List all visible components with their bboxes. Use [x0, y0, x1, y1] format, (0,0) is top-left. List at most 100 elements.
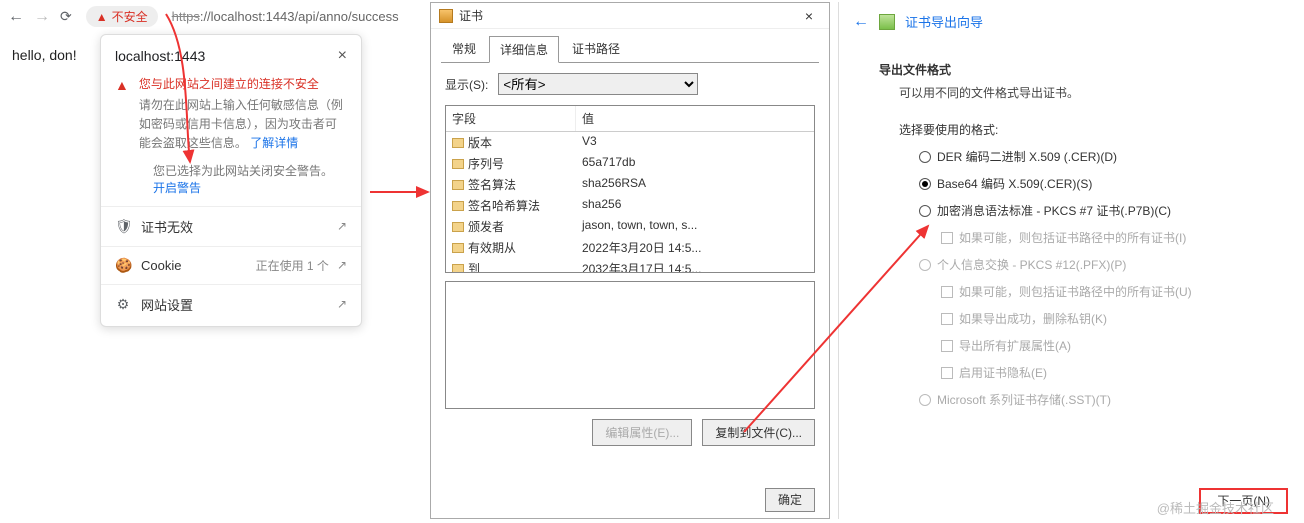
- format-checkbox: 如果可能，则包括证书路径中的所有证书(U): [941, 283, 1262, 300]
- browser-navbar: ← → ⟳ ▲ 不安全 https://localhost:1443/api/a…: [0, 0, 420, 33]
- insecure-label: 不安全: [112, 8, 148, 25]
- option-label: 如果导出成功，删除私钥(K): [959, 310, 1107, 327]
- fields-grid[interactable]: 字段 值 版本 V3 序列号 65a717db 签名算法 sha256RSA签名哈希算法s…: [445, 105, 815, 273]
- option-label: Base64 编码 X.509(.CER)(S): [937, 175, 1092, 192]
- field-row[interactable]: 序列号 65a717db: [446, 153, 814, 174]
- url-path: ://localhost:1443/api/anno/success: [200, 9, 399, 24]
- tab-0[interactable]: 常规: [441, 35, 487, 62]
- warning-body: 请勿在此网站上输入任何敏感信息（例如密码或信用卡信息），因为攻击者可能会盗取这些…: [139, 96, 347, 154]
- field-icon: [452, 222, 464, 232]
- ok-button[interactable]: 确定: [765, 488, 815, 512]
- option-label: 加密消息语法标准 - PKCS #7 证书(.P7B)(C): [937, 202, 1171, 219]
- field-name: 签名算法: [468, 176, 516, 193]
- warning-triangle-icon: ▲: [115, 77, 129, 154]
- field-row[interactable]: 有效期从 2022年3月20日 14:5...: [446, 237, 814, 258]
- field-row[interactable]: 签名哈希算法sha256: [446, 195, 814, 216]
- checkbox-icon: [941, 232, 953, 244]
- format-radio: Microsoft 系列证书存储(.SST)(T): [919, 391, 1262, 408]
- value-textbox[interactable]: [445, 281, 815, 409]
- item-label: 证书无效: [141, 217, 193, 236]
- url-scheme: https: [172, 9, 200, 24]
- field-value: 2032年3月17日 14:5...: [576, 258, 814, 273]
- reload-icon[interactable]: ⟳: [60, 8, 72, 25]
- format-prompt: 选择要使用的格式:: [899, 121, 1262, 138]
- radio-icon: [919, 178, 931, 190]
- show-select[interactable]: <所有>: [498, 73, 698, 95]
- tab-2[interactable]: 证书路径: [561, 35, 631, 62]
- copy-to-file-button[interactable]: 复制到文件(C)...: [702, 419, 815, 446]
- item-icon: ⚙: [115, 296, 131, 313]
- item-sub: 正在使用 1 个: [256, 257, 329, 274]
- close-icon[interactable]: ×: [797, 8, 821, 24]
- format-radio[interactable]: 加密消息语法标准 - PKCS #7 证书(.P7B)(C): [919, 202, 1262, 219]
- enable-warning-link[interactable]: 开启警告: [153, 181, 201, 195]
- field-row[interactable]: 到 2032年3月17日 14:5...: [446, 258, 814, 273]
- col-field: 字段: [446, 106, 576, 131]
- watermark: @稀土掘金技术社区: [1157, 498, 1274, 517]
- radio-icon: [919, 394, 931, 406]
- cert-titlebar: 证书 ×: [431, 3, 829, 29]
- site-info-card: localhost:1443 × ▲ 您与此网站之间建立的连接不安全 请勿在此网…: [100, 34, 362, 327]
- format-checkbox: 如果导出成功，删除私钥(K): [941, 310, 1262, 327]
- warning-body-text: 请勿在此网站上输入任何敏感信息（例如密码或信用卡信息），因为攻击者可能会盗取这些…: [139, 98, 343, 150]
- field-row[interactable]: 签名算法 sha256RSA: [446, 174, 814, 195]
- certificate-dialog: 证书 × 常规详细信息证书路径 显示(S): <所有> 字段 值 版本V3序列号…: [430, 2, 830, 519]
- field-icon: [452, 138, 464, 148]
- item-icon: 🍪: [115, 257, 131, 274]
- learn-more-link[interactable]: 了解详情: [250, 136, 298, 150]
- tab-1[interactable]: 详细信息: [489, 36, 559, 63]
- section-subtitle: 可以用不同的文件格式导出证书。: [899, 84, 1262, 101]
- wizard-title: 证书导出向导: [905, 12, 983, 31]
- option-label: 个人信息交换 - PKCS #12(.PFX)(P): [937, 256, 1126, 273]
- field-value: 65a717db: [576, 153, 814, 174]
- cert-title: 证书: [459, 7, 483, 24]
- wizard-icon: [879, 14, 895, 30]
- item-label: Cookie: [141, 258, 181, 273]
- site-host: localhost:1443: [115, 48, 205, 64]
- close-icon[interactable]: ×: [338, 47, 347, 65]
- edit-properties-button: 编辑属性(E)...: [592, 419, 692, 446]
- format-checkbox: 导出所有扩展属性(A): [941, 337, 1262, 354]
- field-name: 有效期从: [468, 239, 516, 256]
- option-label: 导出所有扩展属性(A): [959, 337, 1071, 354]
- cert-tabs: 常规详细信息证书路径: [431, 29, 829, 62]
- format-checkbox: 如果可能，则包括证书路径中的所有证书(I): [941, 229, 1262, 246]
- checkbox-icon: [941, 340, 953, 352]
- section-title: 导出文件格式: [879, 61, 1262, 78]
- checkbox-icon: [941, 286, 953, 298]
- security-badge[interactable]: ▲ 不安全: [86, 6, 158, 27]
- field-value: V3: [576, 132, 814, 153]
- warning-chosen-row: 您已选择为此网站关闭安全警告。 开启警告: [115, 162, 347, 196]
- back-icon[interactable]: ←: [853, 13, 869, 31]
- field-icon: [452, 201, 464, 211]
- format-radio[interactable]: DER 编码二进制 X.509 (.CER)(D): [919, 148, 1262, 165]
- field-name: 到: [468, 260, 480, 273]
- warning-title: 您与此网站之间建立的连接不安全: [139, 75, 347, 92]
- card-item[interactable]: 🛡证书无效↗: [101, 206, 361, 246]
- field-name: 签名哈希算法: [468, 197, 540, 214]
- option-label: Microsoft 系列证书存储(.SST)(T): [937, 391, 1111, 408]
- field-value: jason, town, town, s...: [576, 216, 814, 237]
- field-value: 2022年3月20日 14:5...: [576, 237, 814, 258]
- checkbox-icon: [941, 313, 953, 325]
- checkbox-icon: [941, 367, 953, 379]
- field-row[interactable]: 版本 V3: [446, 132, 814, 153]
- popout-icon: ↗: [337, 219, 347, 233]
- radio-icon: [919, 205, 931, 217]
- col-value: 值: [576, 106, 814, 131]
- url-text[interactable]: https://localhost:1443/api/anno/success: [168, 9, 399, 24]
- radio-icon: [919, 259, 931, 271]
- card-item[interactable]: 🍪Cookie正在使用 1 个↗: [101, 246, 361, 284]
- field-icon: [452, 180, 464, 190]
- field-name: 版本: [468, 134, 492, 151]
- card-item[interactable]: ⚙网站设置↗: [101, 284, 361, 324]
- format-radio[interactable]: Base64 编码 X.509(.CER)(S): [919, 175, 1262, 192]
- field-row[interactable]: 颁发者jason, town, town, s...: [446, 216, 814, 237]
- back-icon[interactable]: ←: [8, 8, 24, 26]
- field-name: 序列号: [468, 155, 504, 172]
- format-checkbox: 启用证书隐私(E): [941, 364, 1262, 381]
- field-icon: [452, 159, 464, 169]
- warning-triangle-icon: ▲: [96, 10, 108, 24]
- field-value: sha256RSA: [576, 174, 814, 195]
- field-icon: [452, 243, 464, 253]
